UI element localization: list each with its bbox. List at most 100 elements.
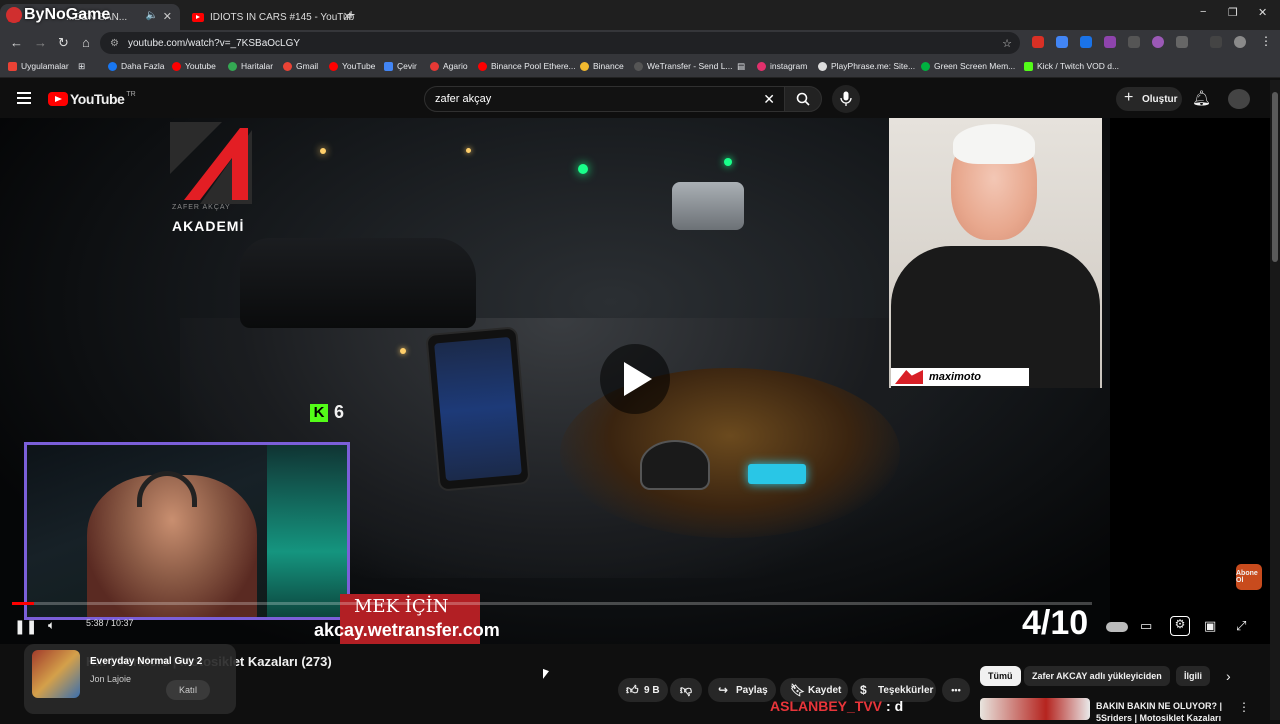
bookmark-item[interactable]: WeTransfer - Send L... [634,61,733,71]
tab-idiots-in-cars[interactable]: IDIOTS IN CARS #145 - YouTub ✕ [184,4,360,30]
reload-icon[interactable]: ↻ [58,35,69,51]
plus-icon: + [1124,89,1134,106]
pause-icon[interactable]: ❚❚ [14,618,37,634]
back-icon[interactable]: ← [10,35,23,50]
bookmark-item[interactable]: YouTube [329,61,375,71]
suggested-video[interactable]: BAKIN BAKIN NE OLUYOR? | 5Sriders | Moto… [980,696,1260,723]
bookmark-folder-icon[interactable]: ▤ [737,61,745,72]
subtitles-icon[interactable]: ▭ [1140,618,1156,634]
bookmark-item[interactable]: Uygulamalar [8,61,69,71]
progress-bar[interactable] [12,602,1092,605]
site-info-icon[interactable]: ⚙ [110,38,119,49]
create-label: Oluştur [1142,93,1178,105]
dislike-button[interactable]: 👎︎ [670,678,702,702]
like-button[interactable]: 👍︎ 9 B [618,678,668,702]
extension-icon[interactable] [1152,36,1164,48]
bookmarks-bar: Uygulamalar ⊞ Daha Fazla Youtube Harital… [0,56,1280,78]
apps-grid-icon[interactable]: ⊞ [78,61,85,72]
chevron-right-icon[interactable]: › [1226,668,1231,684]
close-tab-icon[interactable]: ✕ [163,10,172,23]
bookmark-item[interactable]: Agario [430,61,468,71]
bookmark-icon: 🔖︎ [790,683,806,697]
bookmark-item[interactable]: Daha Fazla [108,61,164,71]
minimize-button[interactable]: − [1200,6,1206,18]
share-button[interactable]: ↪ Paylaş [708,678,776,702]
notifications-bell-icon[interactable]: 🔔︎ [1192,89,1211,107]
bookmark-item[interactable]: Youtube [172,61,216,71]
bynogame-text: ByNoGame [24,6,111,23]
page-scrollbar[interactable] [1270,80,1280,720]
maximoto-brand: maximoto [891,368,1029,386]
bynogame-logo-icon [6,7,22,23]
autoplay-toggle[interactable] [1106,622,1128,632]
bookmark-item[interactable]: PlayPhrase.me: Site... [818,61,915,71]
url-text: youtube.com/watch?v=_7KSBaOcLGY [128,37,301,49]
brand-text: maximoto [929,371,981,383]
home-icon[interactable]: ⌂ [82,35,90,50]
search-input[interactable]: zafer akçay ✕ [424,86,786,112]
big-play-button[interactable] [600,344,670,414]
akademi-label: AKADEMİ [172,218,245,234]
album-art [32,650,80,698]
thanks-label: Teşekkürler [878,684,934,696]
voice-search-button[interactable] [832,85,860,113]
miniplayer-icon[interactable]: ▣ [1204,618,1220,634]
subscribe-badge[interactable]: Abone Ol [1236,564,1262,590]
forward-icon[interactable]: → [34,35,47,50]
youtube-logo-text: YouTube [70,91,125,107]
menu-hamburger-icon[interactable] [17,92,31,104]
parked-car [240,238,476,328]
time-display: 5:38 / 10:37 [86,618,134,628]
bookmark-star-icon[interactable]: ☆ [1002,37,1012,50]
presenter-hair [953,124,1035,164]
bookmark-item[interactable]: Kick / Twitch VOD d... [1024,61,1119,71]
kick-viewer-count: K 6 [310,402,344,423]
save-label: Kaydet [808,684,842,696]
restore-button[interactable]: ❐ [1228,6,1238,19]
youtube-play-icon [48,92,68,106]
streamer-webcam [24,442,350,620]
extensions-puzzle-icon[interactable] [1176,36,1188,48]
bookmark-item[interactable]: Green Screen Mem... [921,61,1015,71]
create-button[interactable]: + Oluştur [1116,87,1182,111]
profile-avatar[interactable] [1234,36,1246,48]
extension-icon[interactable] [1032,36,1044,48]
banner-url-text: akcay.wetransfer.com [314,620,500,640]
extension-icon[interactable] [1080,36,1092,48]
youtube-logo[interactable]: YouTube TR [48,91,136,107]
bookmark-item[interactable]: Binance [580,61,624,71]
close-window-button[interactable]: ✕ [1258,6,1267,19]
bookmark-item[interactable]: Çevir [384,61,417,71]
menu-kebab-icon[interactable]: ⋮ [1260,34,1272,48]
lcd-display [748,464,806,484]
bookmark-item[interactable]: instagram [757,61,807,71]
chip-uploader[interactable]: Zafer AKCAY adlı yükleyiciden [1024,666,1170,686]
settings-gear-icon[interactable]: ⚙ [1170,616,1190,636]
new-tab-button[interactable]: + [347,6,355,22]
music-mini-player[interactable]: Everyday Normal Guy 2 Jon Lajoie Katıl [24,644,236,714]
search-button[interactable] [784,86,822,112]
account-avatar[interactable] [1228,89,1250,109]
search-icon [796,92,810,106]
volume-icon[interactable]: 🔈︎ [48,618,64,634]
chip-all[interactable]: Tümü [980,666,1021,686]
webcam-neon-light [267,445,347,617]
chip-related[interactable]: İlgili [1176,666,1210,686]
extension-icon[interactable] [1104,36,1116,48]
bookmark-item[interactable]: Haritalar [228,61,273,71]
url-bar[interactable]: ⚙ youtube.com/watch?v=_7KSBaOcLGY ☆ [100,32,1020,54]
join-button[interactable]: Katıl [166,680,210,700]
speaker-icon[interactable]: 🔈 [146,10,158,21]
region-code: TR [126,91,136,98]
bookmark-item[interactable]: Binance Pool Ethere... [478,61,576,71]
bookmark-item[interactable]: Gmail [283,61,318,71]
tab-search-icon[interactable] [1210,36,1222,48]
fullscreen-icon[interactable]: ⤢ [1236,618,1252,634]
video-player[interactable]: ZAFER AKÇAY AKADEMİ K 6 maximoto MEK İÇİ… [0,118,1270,644]
extension-icon[interactable] [1128,36,1140,48]
more-vert-icon[interactable]: ⋮ [1238,700,1250,714]
extension-icon[interactable] [1056,36,1068,48]
more-actions-button[interactable]: ••• [942,678,970,702]
clear-search-icon[interactable]: ✕ [763,91,775,108]
scrollbar-thumb[interactable] [1272,92,1278,262]
